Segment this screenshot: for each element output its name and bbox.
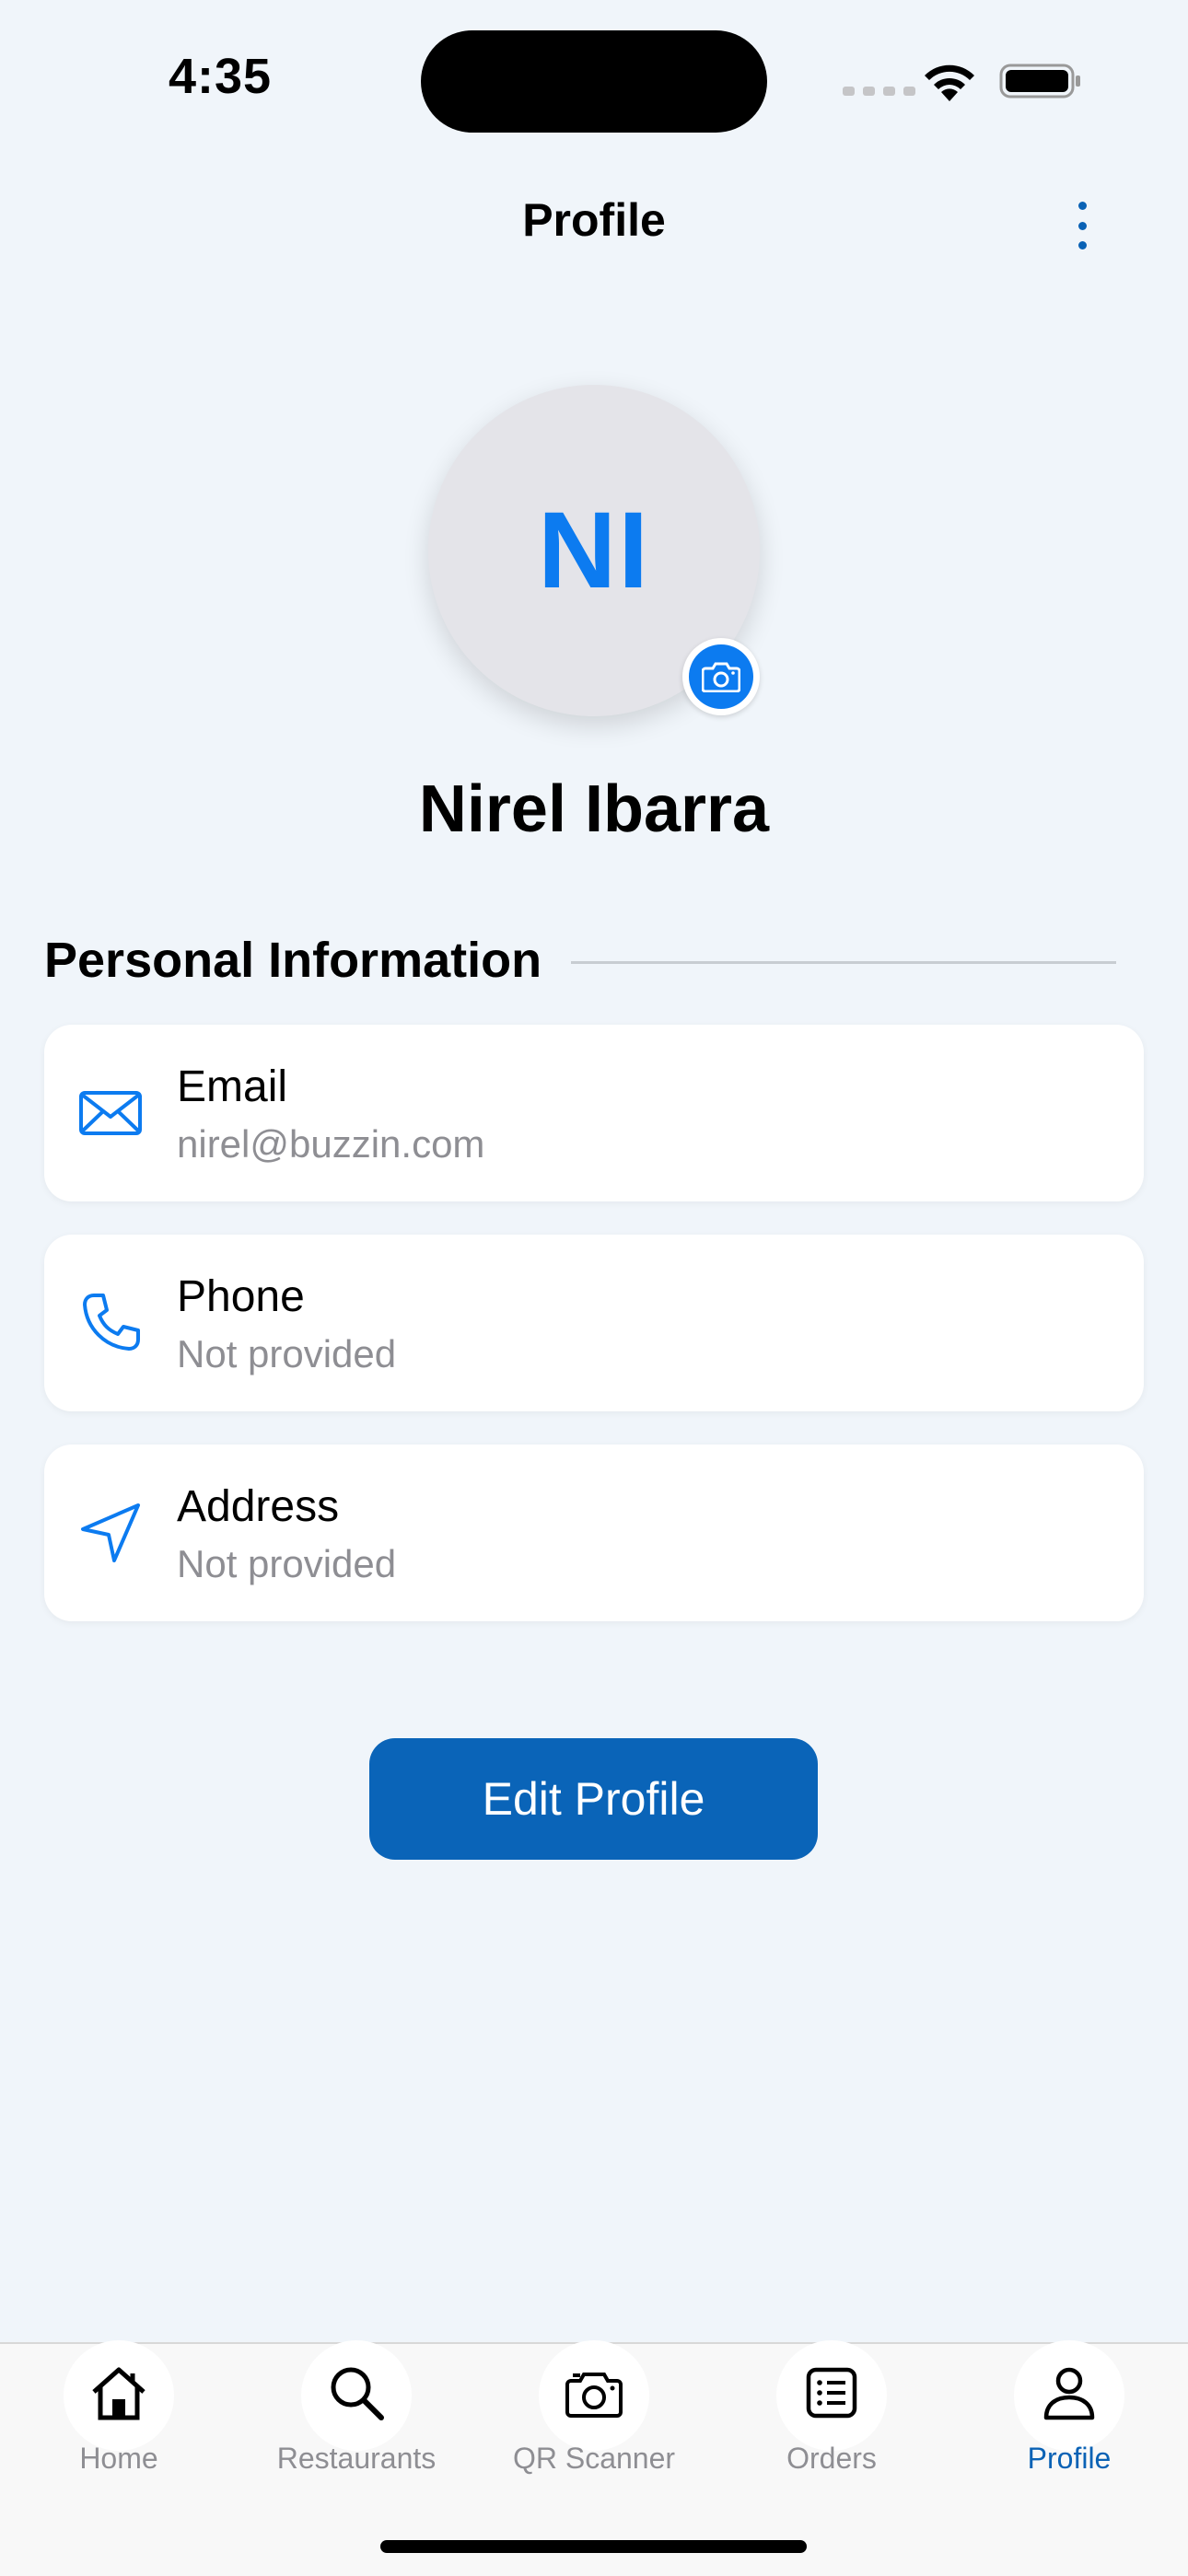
home-icon — [92, 2367, 146, 2420]
tab-restaurants[interactable]: Restaurants — [246, 2340, 467, 2482]
list-icon — [806, 2367, 857, 2419]
tab-profile[interactable]: Profile — [959, 2340, 1180, 2482]
tab-label: QR Scanner — [512, 2442, 676, 2475]
tab-qr-scanner[interactable]: QR Scanner — [483, 2340, 705, 2482]
tab-label: Profile — [1027, 2442, 1112, 2475]
tab-label: Restaurants — [276, 2442, 437, 2475]
change-photo-button[interactable] — [682, 638, 760, 715]
info-label: Address — [177, 1482, 340, 1531]
cellular-signal-icon — [843, 87, 915, 96]
tab-label: Orders — [786, 2442, 877, 2475]
info-value: nirel@buzzin.com — [177, 1122, 485, 1166]
info-value: Not provided — [177, 1542, 397, 1585]
person-icon — [1043, 2367, 1095, 2420]
camera-icon — [702, 662, 740, 692]
info-label: Phone — [177, 1272, 305, 1321]
info-value: Not provided — [177, 1332, 397, 1375]
wifi-icon — [925, 64, 974, 101]
info-label: Email — [177, 1062, 288, 1111]
search-icon — [331, 2367, 384, 2420]
page-title: Profile — [522, 194, 666, 246]
tab-label: Home — [79, 2442, 158, 2475]
info-card-address[interactable]: Address Not provided — [44, 1445, 1144, 1621]
user-name: Nirel Ibarra — [418, 772, 770, 846]
dynamic-island — [421, 30, 767, 133]
mail-icon — [79, 1091, 142, 1135]
location-arrow-icon — [81, 1503, 140, 1562]
tab-orders[interactable]: Orders — [721, 2340, 942, 2482]
battery-icon — [999, 64, 1080, 99]
more-vertical-icon — [1077, 202, 1087, 210]
tab-home[interactable]: Home — [8, 2340, 229, 2482]
avatar-initials: NI — [538, 490, 650, 611]
status-time: 4:35 — [169, 49, 273, 104]
edit-profile-button[interactable]: Edit Profile — [369, 1738, 818, 1860]
home-indicator[interactable] — [380, 2540, 807, 2553]
info-card-email[interactable]: Email nirel@buzzin.com — [44, 1025, 1144, 1201]
section-title: Personal Information — [44, 933, 542, 988]
phone-icon — [83, 1294, 140, 1351]
info-card-phone[interactable]: Phone Not provided — [44, 1235, 1144, 1411]
section-divider — [571, 961, 1116, 964]
camera-icon — [565, 2373, 623, 2418]
more-options-button[interactable] — [1059, 198, 1105, 253]
